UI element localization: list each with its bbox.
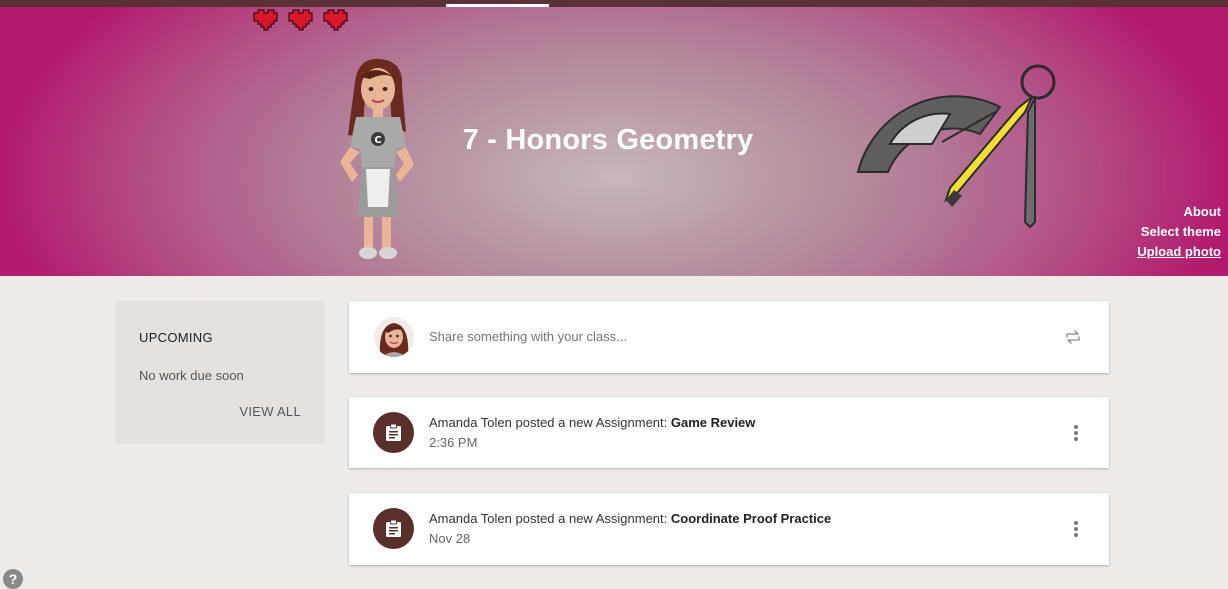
class-banner: C 7 - Honors Geometry About Select theme… xyxy=(0,7,1228,276)
post-text: Amanda Tolen posted a new Assignment: Co… xyxy=(429,511,831,526)
class-title: 7 - Honors Geometry xyxy=(462,124,754,156)
assignment-icon xyxy=(373,412,414,453)
post-assignment-title[interactable]: Game Review xyxy=(671,415,756,430)
post-author-action: Amanda Tolen posted a new Assignment: xyxy=(429,415,671,430)
stream-post[interactable]: Amanda Tolen posted a new Assignment: Co… xyxy=(349,493,1109,565)
top-bar xyxy=(0,0,1228,7)
upcoming-panel: UPCOMING No work due soon VIEW ALL xyxy=(115,301,325,444)
share-card xyxy=(349,301,1109,373)
post-author-action: Amanda Tolen posted a new Assignment: xyxy=(429,511,671,526)
assignment-icon xyxy=(373,508,414,549)
select-theme-link[interactable]: Select theme xyxy=(1137,222,1221,242)
repost-icon[interactable] xyxy=(1064,328,1082,346)
more-vert-icon[interactable] xyxy=(1073,425,1079,441)
banner-links: About Select theme Upload photo xyxy=(1137,202,1221,262)
upload-photo-link[interactable]: Upload photo xyxy=(1137,242,1221,262)
help-icon[interactable]: ? xyxy=(3,569,23,589)
more-vert-icon[interactable] xyxy=(1073,521,1079,537)
about-link[interactable]: About xyxy=(1137,202,1221,222)
upcoming-title: UPCOMING xyxy=(139,330,213,345)
view-all-button[interactable]: VIEW ALL xyxy=(239,404,301,419)
post-timestamp: Nov 28 xyxy=(429,531,471,546)
share-input[interactable] xyxy=(429,329,929,344)
upcoming-empty-text: No work due soon xyxy=(139,368,244,383)
post-text: Amanda Tolen posted a new Assignment: Ga… xyxy=(429,415,755,430)
user-avatar xyxy=(374,317,414,357)
post-assignment-title[interactable]: Coordinate Proof Practice xyxy=(671,511,831,526)
post-timestamp: 2:36 PM xyxy=(429,435,478,450)
stream-post[interactable]: Amanda Tolen posted a new Assignment: Ga… xyxy=(349,397,1109,468)
hearts-icon xyxy=(253,9,348,31)
bitmoji-avatar: C xyxy=(340,58,414,259)
protractor-compass-icon xyxy=(856,64,1056,229)
